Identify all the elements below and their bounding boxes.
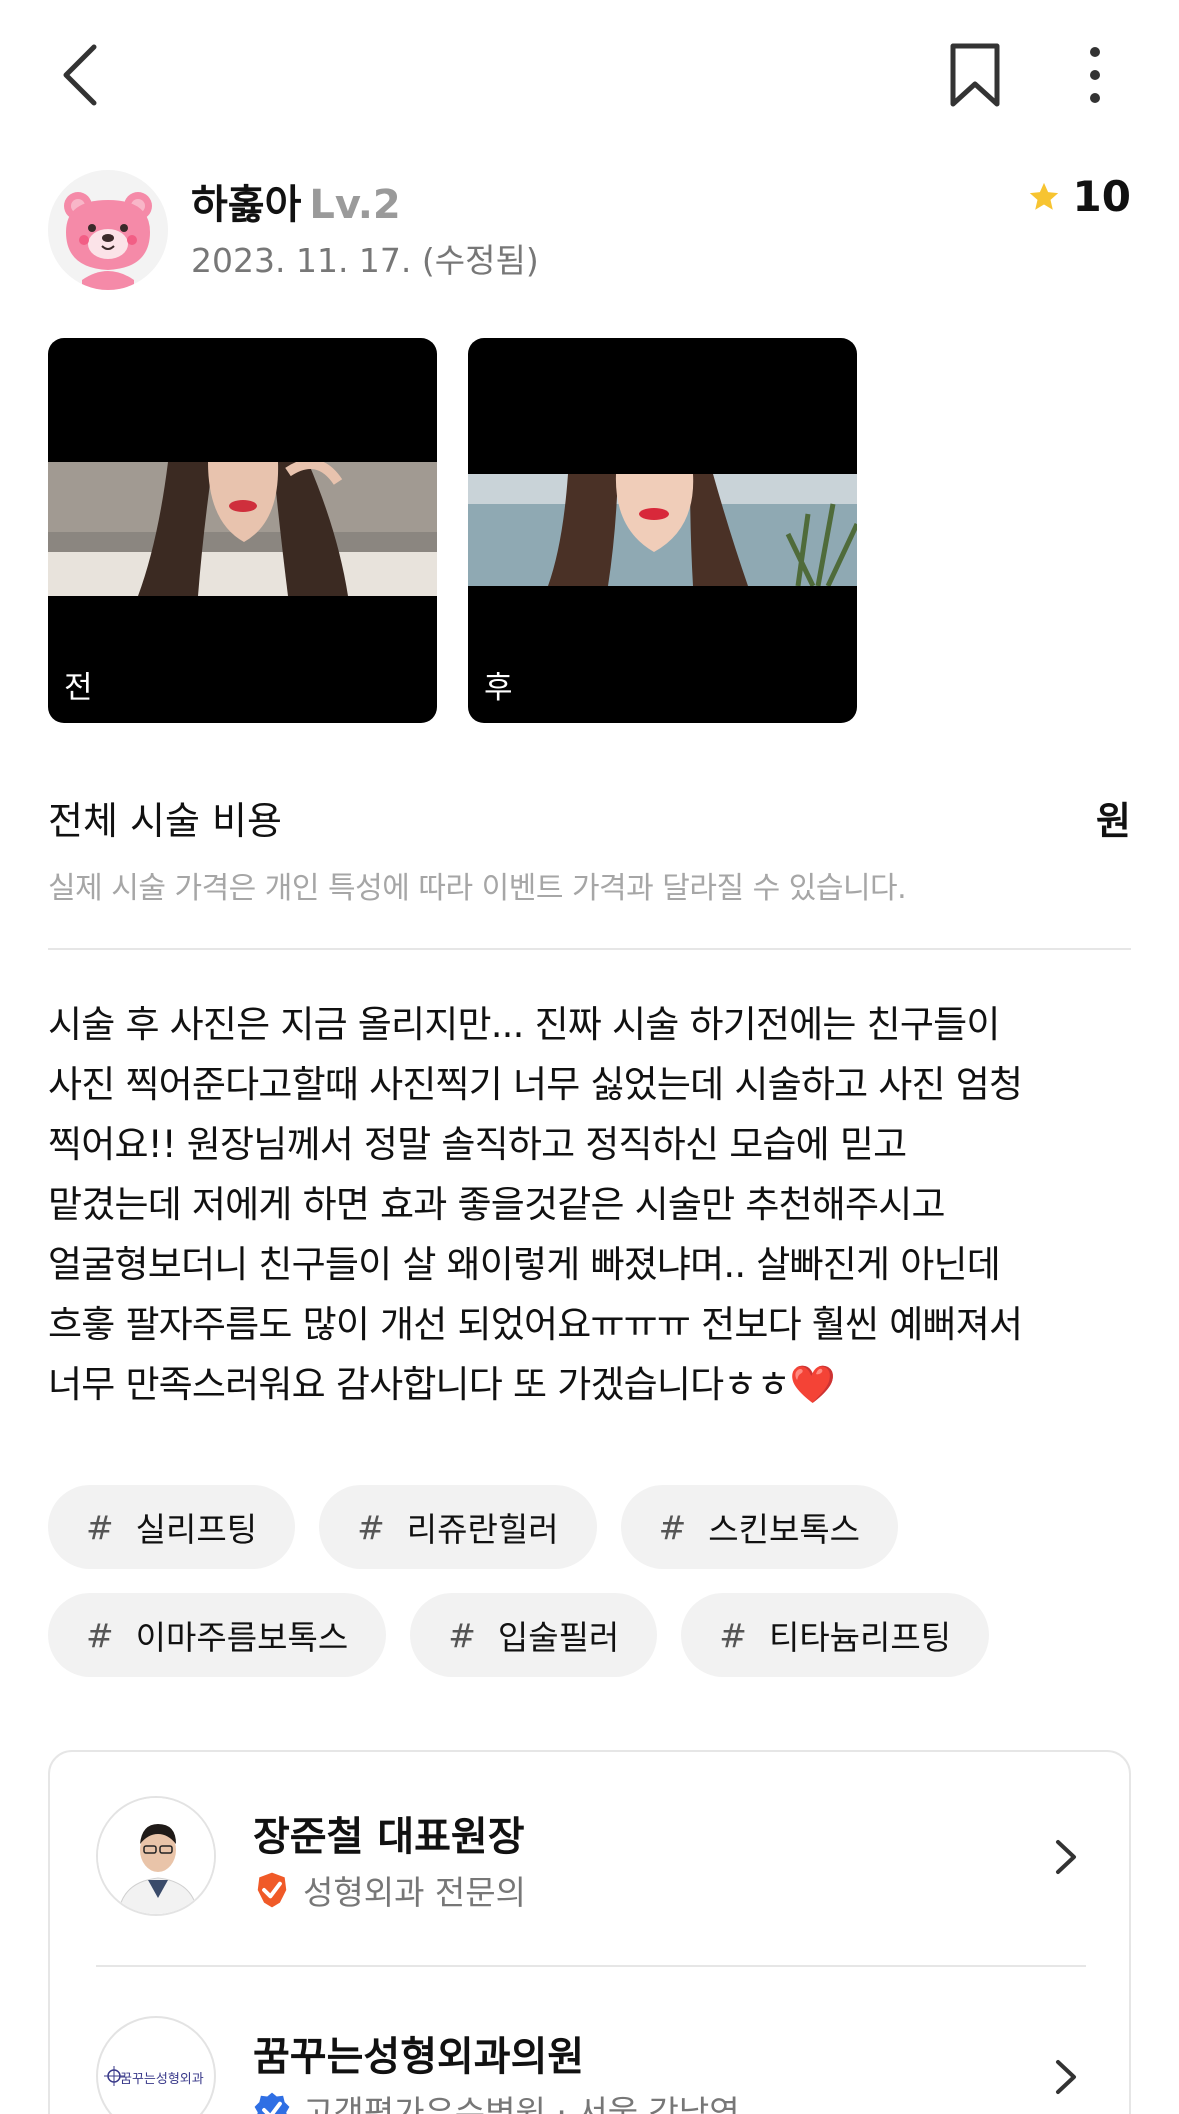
review-line: 사진 찍어준다고할때 사진찍기 너무 싫었는데 시술하고 사진 엄청 — [48, 1063, 1023, 1106]
review-author-header: 하홇아 Lv.2 2023. 11. 17. (수정됨) 10 — [48, 170, 1131, 290]
author-name: 하홇아 Lv.2 — [191, 172, 401, 230]
specialist-badge-icon — [257, 1872, 287, 1908]
clinic-info: 고객평가우수병원 · 서울 강남역 — [303, 2093, 740, 2114]
back-button[interactable] — [40, 30, 120, 120]
clinic-row[interactable]: 꿈꾸는성형외과 꿈꾸는성형외과의원 고객평가우수병원 · 서울 강남역 — [96, 2016, 1086, 2114]
tag-lip-filler[interactable]: # 입술필러 — [410, 1593, 658, 1677]
chevron-right-icon — [1056, 1840, 1076, 1874]
rating-value: 10 — [1072, 172, 1131, 221]
review-line: 맡겼는데 저에게 하면 효과 좋을것같은 시술만 추천해주시고 — [48, 1183, 946, 1226]
review-body: 시술 후 사진은 지금 올리지만... 진짜 시술 하기전에는 친구들이 사진 … — [48, 995, 1138, 1415]
review-date: 2023. 11. 17. (수정됨) — [191, 241, 539, 280]
review-line: 흐흫 팔자주름도 많이 개선 되었어요ㅠㅠㅠ 전보다 훨씬 예뻐져서 — [48, 1303, 1023, 1346]
clinic-name: 꿈꾸는성형외과의원 — [253, 2034, 585, 2080]
bookmark-icon — [950, 43, 1000, 107]
cost-disclaimer: 실제 시술 가격은 개인 특성에 따라 이벤트 가격과 달라질 수 있습니다. — [48, 871, 907, 906]
author-level: Lv.2 — [309, 182, 401, 228]
tag-forehead-botox[interactable]: # 이마주름보톡스 — [48, 1593, 387, 1677]
doctor-specialty: 성형외과 전문의 — [303, 1873, 527, 1912]
hash-icon: # — [719, 1615, 747, 1655]
review-line: 찍어요!! 원장님께서 정말 솔직하고 정직하신 모습에 믿고 — [48, 1123, 907, 1166]
back-arrow-icon — [63, 44, 97, 106]
hash-icon: # — [86, 1507, 114, 1547]
before-photo-image — [48, 462, 437, 596]
tag-label: 입술필러 — [497, 1618, 620, 1657]
bookmark-button[interactable] — [930, 30, 1020, 120]
clinic-logo-icon — [104, 2066, 124, 2086]
verified-badge-icon — [254, 2092, 290, 2114]
tag-label: 리쥬란힐러 — [406, 1510, 559, 1549]
doctor-specialty-row: 성형외과 전문의 — [253, 1866, 526, 1914]
tag-thread-lifting[interactable]: # 실리프팅 — [48, 1485, 296, 1569]
review-line: 얼굴형보더니 친구들이 살 왜이렇게 빠졌냐며.. 살빠진게 아닌데 — [48, 1243, 1001, 1286]
after-photo-image — [468, 474, 857, 586]
author-nickname: 하홇아 — [191, 182, 302, 228]
star-icon — [1029, 182, 1058, 210]
doctor-name: 장준철 대표원장 — [253, 1814, 525, 1860]
top-bar — [0, 0, 1179, 150]
before-photo[interactable]: 전 — [48, 338, 437, 723]
cost-title: 전체 시술 비용 — [48, 799, 282, 843]
tag-rejuran-healer[interactable]: # 리쥬란힐러 — [319, 1485, 597, 1569]
hash-icon: # — [86, 1615, 114, 1655]
review-last-line-text: 너무 만족스러워요 감사합니다 또 가겠습니다ㅎㅎ — [48, 1363, 791, 1406]
more-vertical-icon — [1090, 47, 1100, 103]
hash-icon: # — [658, 1507, 687, 1547]
card-divider — [96, 1965, 1086, 1967]
doctor-row[interactable]: 장준철 대표원장 성형외과 전문의 — [96, 1796, 1086, 1918]
tag-skin-botox[interactable]: # 스킨보톡스 — [620, 1485, 899, 1569]
tag-label: 티타늄리프팅 — [768, 1618, 952, 1657]
more-options-button[interactable] — [1055, 30, 1135, 120]
clinic-logo: 꿈꾸는성형외과 — [96, 2016, 216, 2114]
review-line: 시술 후 사진은 지금 올리지만... 진짜 시술 하기전에는 친구들이 — [48, 1003, 1000, 1046]
author-avatar[interactable] — [48, 170, 168, 290]
bear-avatar-icon — [48, 170, 168, 290]
after-photo[interactable]: 후 — [468, 338, 857, 723]
doctor-avatar — [96, 1796, 216, 1916]
tag-label: 스킨보톡스 — [708, 1510, 861, 1549]
before-label: 전 — [64, 670, 93, 706]
tag-label: 실리프팅 — [135, 1510, 258, 1549]
after-label: 후 — [484, 670, 513, 706]
review-rating: 10 — [1027, 172, 1131, 221]
cost-value: 원 — [1096, 799, 1131, 843]
chevron-right-icon — [1056, 2060, 1076, 2094]
hash-icon: # — [448, 1615, 476, 1655]
total-cost-section: 전체 시술 비용 원 실제 시술 가격은 개인 특성에 따라 이벤트 가격과 달… — [48, 790, 1131, 907]
tag-row: # 실리프팅 # 리쥬란힐러 # 스킨보톡스 — [48, 1485, 1138, 1569]
review-line: 너무 만족스러워요 감사합니다 또 가겠습니다ㅎㅎ❤️ — [48, 1355, 1138, 1415]
clinic-logo-text: 꿈꾸는성형외과 — [120, 2072, 204, 2087]
before-after-photos: 전 후 — [48, 338, 1131, 723]
doctor-photo-icon — [98, 1798, 214, 1914]
hash-icon: # — [357, 1507, 385, 1547]
doctor-clinic-card: 장준철 대표원장 성형외과 전문의 꿈꾸는성형외과 꿈꾸는성형외과의원 고객평가… — [48, 1750, 1131, 2114]
tag-titanium-lifting[interactable]: # 티타늄리프팅 — [681, 1593, 990, 1677]
tag-label: 이마주름보톡스 — [135, 1618, 349, 1657]
clinic-info-row: 고객평가우수병원 · 서울 강남역 — [253, 2086, 740, 2114]
section-divider — [48, 948, 1131, 950]
treatment-tags: # 실리프팅 # 리쥬란힐러 # 스킨보톡스 # 이마주름보톡스 # 입술필러 # 티타늄리… — [48, 1485, 1138, 1701]
tag-row: # 이마주름보톡스 # 입술필러 # 티타늄리프팅 — [48, 1593, 1138, 1677]
heart-emoji: ❤️ — [789, 1363, 836, 1406]
